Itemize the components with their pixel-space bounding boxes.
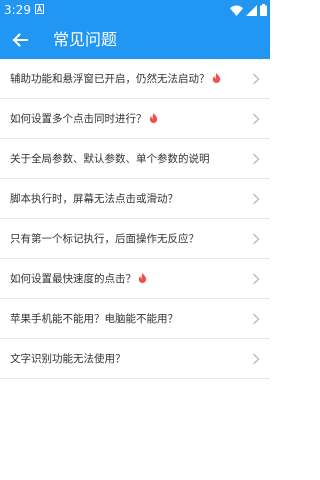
chevron-right-icon (253, 313, 260, 325)
chevron-right-icon (253, 193, 260, 205)
faq-item-8[interactable]: 文字识别功能无法使用？ (0, 339, 270, 379)
faq-item-5[interactable]: 只有第一个标记执行，后面操作无反应？ (0, 219, 270, 259)
chevron-right-icon (253, 153, 260, 165)
chevron-right-icon (253, 273, 260, 285)
a-notification-icon (35, 4, 44, 14)
chevron-right-icon (253, 353, 260, 365)
fire-icon (149, 113, 157, 123)
app-bar: 常见问题 (0, 21, 270, 59)
status-bar: 3:29 (0, 0, 270, 21)
chevron-right-icon (253, 73, 260, 85)
faq-item-label: 只有第一个标记执行，后面操作无反应？ (10, 233, 199, 245)
faq-item-label: 辅助功能和悬浮窗已开启，仍然无法启动？ (10, 71, 221, 87)
faq-item-2[interactable]: 如何设置多个点击同时进行？ (0, 99, 270, 139)
faq-item-label: 文字识别功能无法使用？ (10, 353, 126, 365)
faq-item-4[interactable]: 脚本执行时，屏幕无法点击或滑动？ (0, 179, 270, 219)
page-title: 常见问题 (53, 30, 118, 49)
status-time: 3:29 (4, 3, 31, 17)
faq-item-3[interactable]: 关于全局参数、默认参数、单个参数的说明 (0, 139, 270, 179)
wifi-icon (230, 5, 243, 16)
faq-item-label: 如何设置最快速度的点击？ (10, 271, 147, 287)
faq-list: 辅助功能和悬浮窗已开启，仍然无法启动？ 如何设置多个点击同时进行？ 关于全局参数… (0, 59, 270, 379)
faq-item-1[interactable]: 辅助功能和悬浮窗已开启，仍然无法启动？ (0, 59, 270, 99)
chevron-right-icon (253, 233, 260, 245)
arrow-left-icon[interactable] (10, 30, 30, 50)
faq-item-label: 如何设置多个点击同时进行？ (10, 111, 158, 127)
chevron-right-icon (253, 113, 260, 125)
faq-item-label: 苹果手机能不能用？电脑能不能用？ (10, 313, 178, 325)
faq-item-6[interactable]: 如何设置最快速度的点击？ (0, 259, 270, 299)
battery-icon (260, 4, 267, 16)
signal-icon (246, 4, 257, 16)
faq-item-7[interactable]: 苹果手机能不能用？电脑能不能用？ (0, 299, 270, 339)
status-icons (230, 3, 267, 17)
faq-item-label: 脚本执行时，屏幕无法点击或滑动？ (10, 193, 178, 205)
fire-icon (138, 273, 147, 283)
fire-icon (212, 73, 220, 83)
faq-item-label: 关于全局参数、默认参数、单个参数的说明 (10, 153, 210, 165)
